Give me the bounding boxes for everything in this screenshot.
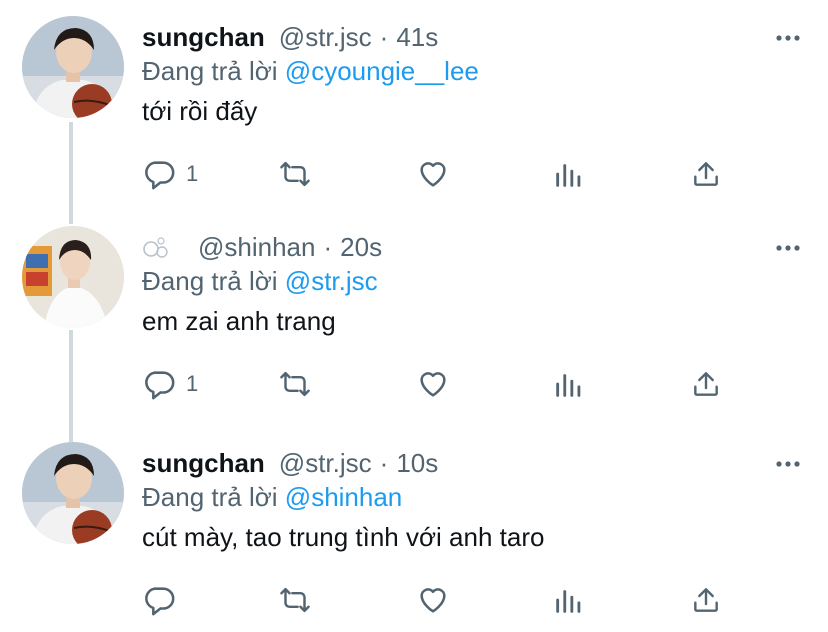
tweet-text: em zai anh trang bbox=[142, 306, 336, 336]
like-button[interactable] bbox=[416, 366, 450, 402]
action-bar: 1 bbox=[142, 156, 742, 196]
more-icon[interactable] bbox=[776, 30, 800, 41]
reply-icon bbox=[142, 583, 176, 617]
tweet-text: tới rồi đấy bbox=[142, 96, 258, 126]
avatar[interactable] bbox=[22, 226, 124, 328]
reply-icon bbox=[142, 157, 176, 191]
retweet-icon bbox=[276, 583, 314, 617]
views-icon bbox=[554, 367, 584, 401]
replying-to: Đang trả lời @cyoungie__lee bbox=[142, 56, 479, 87]
tweet[interactable]: sungchan @str.jsc · 10s Đang trả lời @sh… bbox=[0, 442, 828, 632]
separator: · bbox=[379, 21, 389, 52]
reply-icon bbox=[142, 367, 176, 401]
separator: · bbox=[379, 447, 389, 478]
more-icon[interactable] bbox=[776, 240, 800, 251]
timestamp[interactable]: 10s bbox=[396, 448, 438, 479]
user-handle[interactable]: @str.jsc bbox=[279, 448, 372, 479]
replying-to: Đang trả lời @shinhan bbox=[142, 482, 402, 513]
replying-prefix: Đang trả lời bbox=[142, 482, 278, 512]
share-icon bbox=[690, 583, 722, 617]
mention-link[interactable]: @shinhan bbox=[285, 482, 402, 512]
replying-prefix: Đang trả lời bbox=[142, 266, 278, 296]
mention-link[interactable]: @str.jsc bbox=[285, 266, 378, 296]
reply-button[interactable] bbox=[142, 582, 186, 618]
retweet-button[interactable] bbox=[276, 156, 314, 192]
views-button[interactable] bbox=[554, 156, 584, 192]
replying-to: Đang trả lời @str.jsc bbox=[142, 266, 378, 297]
avatar[interactable] bbox=[22, 442, 124, 544]
display-name[interactable]: sungchan bbox=[142, 448, 265, 479]
reply-count: 1 bbox=[186, 161, 199, 186]
action-bar bbox=[142, 582, 742, 622]
tweet[interactable]: sungchan @str.jsc · 41s Đang trả lời @cy… bbox=[0, 16, 828, 206]
heart-icon bbox=[416, 157, 450, 191]
share-button[interactable] bbox=[690, 156, 722, 192]
more-icon[interactable] bbox=[776, 456, 800, 467]
user-handle[interactable]: @str.jsc bbox=[279, 22, 372, 53]
like-button[interactable] bbox=[416, 156, 450, 192]
retweet-icon bbox=[276, 367, 314, 401]
like-button[interactable] bbox=[416, 582, 450, 618]
views-button[interactable] bbox=[554, 366, 584, 402]
display-name[interactable]: sungchan bbox=[142, 22, 265, 53]
heart-icon bbox=[416, 367, 450, 401]
reply-button[interactable]: 1 bbox=[142, 156, 198, 192]
retweet-button[interactable] bbox=[276, 366, 314, 402]
views-icon bbox=[554, 583, 584, 617]
bubble-emoji-icon bbox=[142, 235, 170, 259]
share-icon bbox=[690, 367, 722, 401]
separator: · bbox=[323, 231, 333, 262]
timestamp[interactable]: 20s bbox=[340, 232, 382, 263]
replying-prefix: Đang trả lời bbox=[142, 56, 278, 86]
heart-icon bbox=[416, 583, 450, 617]
action-bar: 1 bbox=[142, 366, 742, 406]
tweet-text: cút mày, tao trung tình với anh taro bbox=[142, 522, 545, 552]
avatar[interactable] bbox=[22, 16, 124, 118]
share-icon bbox=[690, 157, 722, 191]
user-handle[interactable]: @shinhan bbox=[198, 232, 315, 263]
share-button[interactable] bbox=[690, 366, 722, 402]
views-icon bbox=[554, 157, 584, 191]
share-button[interactable] bbox=[690, 582, 722, 618]
reply-button[interactable]: 1 bbox=[142, 366, 198, 402]
views-button[interactable] bbox=[554, 582, 584, 618]
retweet-icon bbox=[276, 157, 314, 191]
tweet[interactable]: @shinhan · 20s Đang trả lời @str.jsc em … bbox=[0, 226, 828, 416]
timestamp[interactable]: 41s bbox=[396, 22, 438, 53]
mention-link[interactable]: @cyoungie__lee bbox=[285, 56, 479, 86]
retweet-button[interactable] bbox=[276, 582, 314, 618]
reply-count: 1 bbox=[186, 371, 199, 396]
